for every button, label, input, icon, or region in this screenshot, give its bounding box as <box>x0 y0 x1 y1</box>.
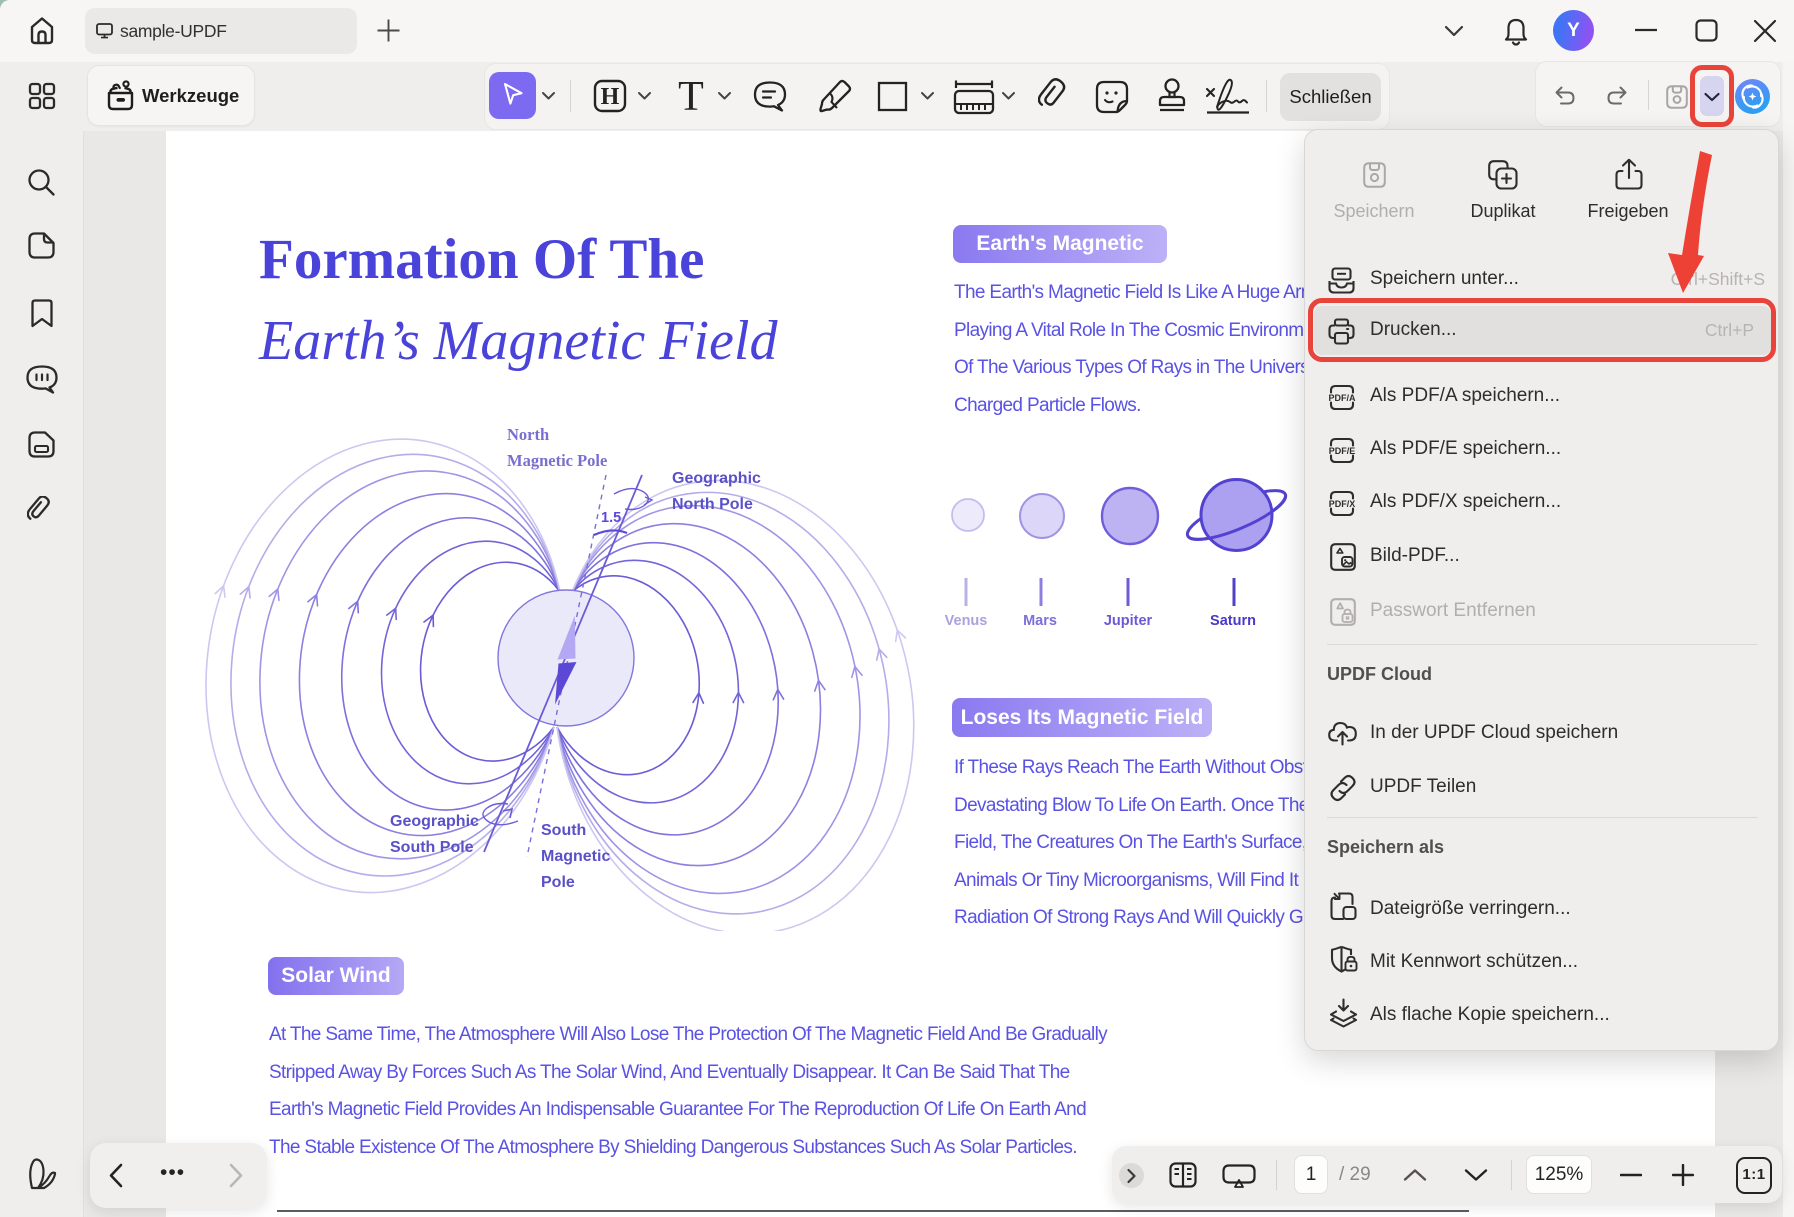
svg-text:PDF/E: PDF/E <box>1329 446 1356 456</box>
svg-text:Geographic: Geographic <box>390 813 479 830</box>
svg-text:North Pole: North Pole <box>672 496 753 513</box>
svg-text:Magnetic Pole: Magnetic Pole <box>507 451 607 470</box>
svg-text:South: South <box>541 822 586 839</box>
svg-text:H: H <box>601 84 620 110</box>
svg-text:PDF/X: PDF/X <box>1329 499 1356 509</box>
svg-text:South Pole: South Pole <box>390 839 474 856</box>
svg-text:T: T <box>678 77 704 115</box>
svg-text:1.5: 1.5 <box>601 510 621 526</box>
svg-text:Saturn: Saturn <box>1210 613 1256 629</box>
svg-text:North: North <box>507 425 549 444</box>
svg-text:PDF/A: PDF/A <box>1329 393 1357 403</box>
svg-text:Geographic: Geographic <box>672 470 761 487</box>
svg-text:Pole: Pole <box>541 874 575 891</box>
svg-text:Magnetic: Magnetic <box>541 848 610 865</box>
